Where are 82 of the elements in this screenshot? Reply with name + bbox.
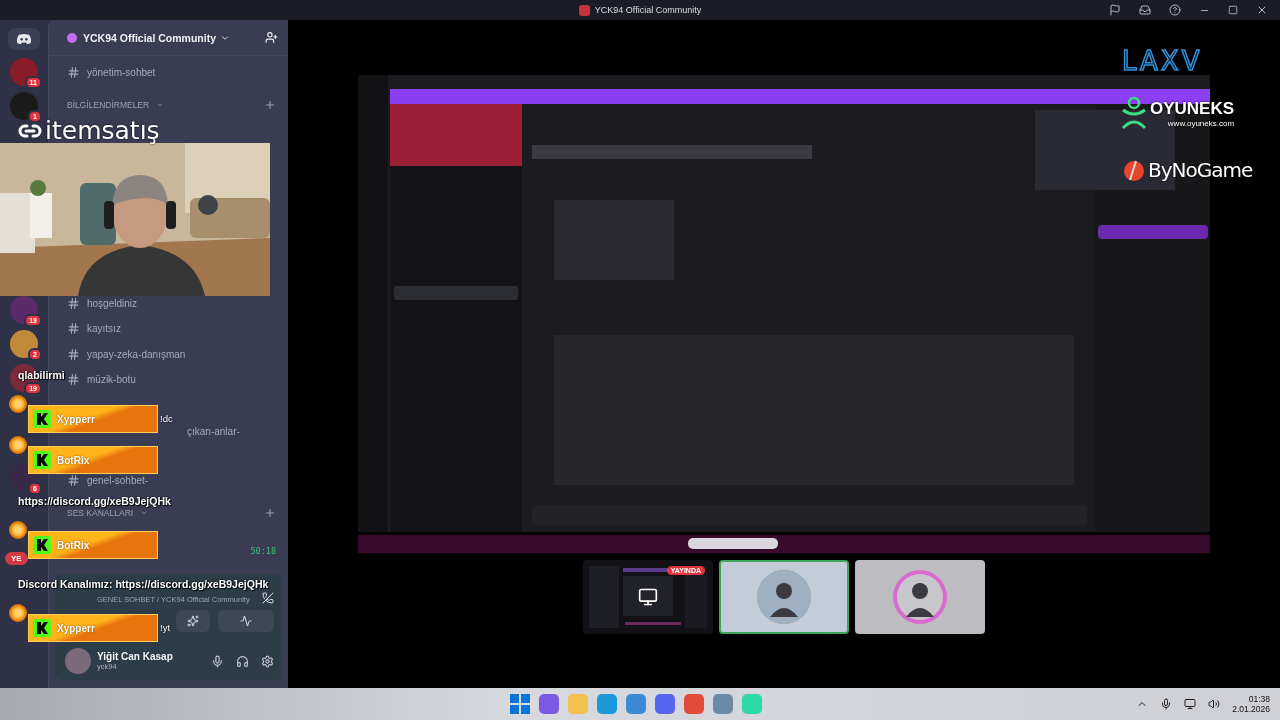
app-icon[interactable] [626, 694, 646, 714]
user-avatar [65, 648, 91, 674]
ball-logo-icon [1122, 158, 1146, 182]
settings-icon[interactable] [261, 654, 274, 668]
channel-item[interactable]: müzik-botu [87, 374, 136, 386]
channel-item[interactable]: çıkan-anlar- [187, 425, 240, 437]
channel-item[interactable]: genel-sohbet- [87, 475, 149, 487]
chat-message: https://discord.gg/xeB9JejQHk [18, 495, 171, 507]
volume-icon[interactable] [1208, 698, 1221, 710]
sponsor-logo: LAXV [1122, 46, 1203, 76]
home-button[interactable] [8, 28, 40, 50]
citrus-icon [9, 604, 27, 622]
chat-command: !yt [160, 622, 171, 633]
hash-icon [67, 322, 80, 336]
sponsor-url: www.oyuneks.com [1166, 118, 1235, 128]
inbox-icon[interactable] [1139, 4, 1151, 16]
window-title: YCK94 Official Community [594, 5, 702, 15]
kick-logo-icon [33, 410, 51, 428]
kick-logo-icon [33, 619, 51, 637]
channel-item[interactable]: yapay-zeka-danışman [87, 348, 186, 360]
server-icon [67, 32, 77, 43]
call-timer: 50:18 [250, 546, 276, 557]
hash-icon [67, 373, 80, 387]
alert-username: BotRix [57, 454, 90, 466]
category-label[interactable]: BİLGİLENDİRMELER [67, 99, 150, 110]
add-icon[interactable] [264, 98, 276, 111]
maximize-icon[interactable] [1228, 5, 1238, 15]
channel-item[interactable]: kayıtsız [87, 323, 121, 335]
hash-icon [67, 296, 80, 310]
display-icon[interactable] [1184, 698, 1197, 710]
app-icon[interactable] [539, 694, 559, 714]
close-icon[interactable] [1256, 4, 1268, 16]
avatar-icon [756, 569, 812, 625]
chat-message: qlabilirmi [18, 369, 65, 381]
controller-logo-icon [16, 33, 32, 45]
channel-item[interactable]: yönetim-sohbet [87, 67, 156, 79]
alert-username: BotRix [57, 539, 90, 551]
server-icon[interactable] [10, 296, 38, 324]
windows-start-icon[interactable] [510, 694, 530, 714]
citrus-icon [9, 395, 27, 413]
microphone-icon[interactable] [211, 654, 224, 668]
alert-username: Xypperr [57, 622, 95, 634]
sponsor-logo: ByNoGame [1148, 158, 1253, 182]
sponsor-logo: OYUNEKS [1150, 98, 1235, 119]
monitor-icon [638, 587, 658, 607]
chat-command: !dc [160, 413, 173, 424]
sparkle-icon [187, 615, 199, 627]
participant-tile[interactable] [719, 560, 849, 634]
user-name: Yiğit Can Kasap [97, 651, 173, 662]
channel-item[interactable]: hoşgeldiniz [87, 297, 138, 309]
hash-icon [67, 474, 80, 488]
activity-button[interactable] [176, 610, 210, 632]
add-icon[interactable] [264, 506, 276, 519]
server-name[interactable]: YCK94 Official Community [83, 31, 217, 44]
app-icon[interactable] [684, 694, 704, 714]
citrus-icon [9, 521, 27, 539]
add-user-icon[interactable] [265, 31, 278, 44]
clock-time: 01:38 [1248, 694, 1270, 704]
help-icon[interactable] [1169, 4, 1181, 16]
avatar-icon [892, 569, 948, 625]
sponsor-logo: itemsatış [45, 116, 160, 145]
new-badge: YE [5, 552, 28, 565]
kick-logo-icon [33, 451, 51, 469]
microphone-icon[interactable] [1160, 698, 1173, 710]
soundboard-button[interactable] [218, 610, 274, 632]
hash-icon [67, 347, 80, 361]
citrus-icon [9, 436, 27, 454]
app-icon [578, 4, 590, 16]
chat-message: Discord Kanalımız: https://discord.gg/xeB9JejQHk [18, 578, 269, 590]
kick-logo-icon [33, 536, 51, 554]
alert-username: Xypperr [57, 413, 95, 425]
server-icon[interactable] [10, 58, 38, 86]
flag-icon[interactable] [1109, 4, 1121, 16]
headphones-icon[interactable] [236, 654, 249, 668]
participant-tile[interactable] [855, 560, 985, 634]
hang-up-icon[interactable] [262, 592, 274, 604]
hash-icon [67, 66, 80, 80]
figure-logo-icon [1120, 96, 1148, 130]
pulse-icon [240, 615, 252, 627]
category-label[interactable]: SES KANALLARI [67, 507, 134, 518]
app-icon[interactable] [655, 694, 675, 714]
clock-date: 2.01.2026 [1232, 704, 1270, 714]
